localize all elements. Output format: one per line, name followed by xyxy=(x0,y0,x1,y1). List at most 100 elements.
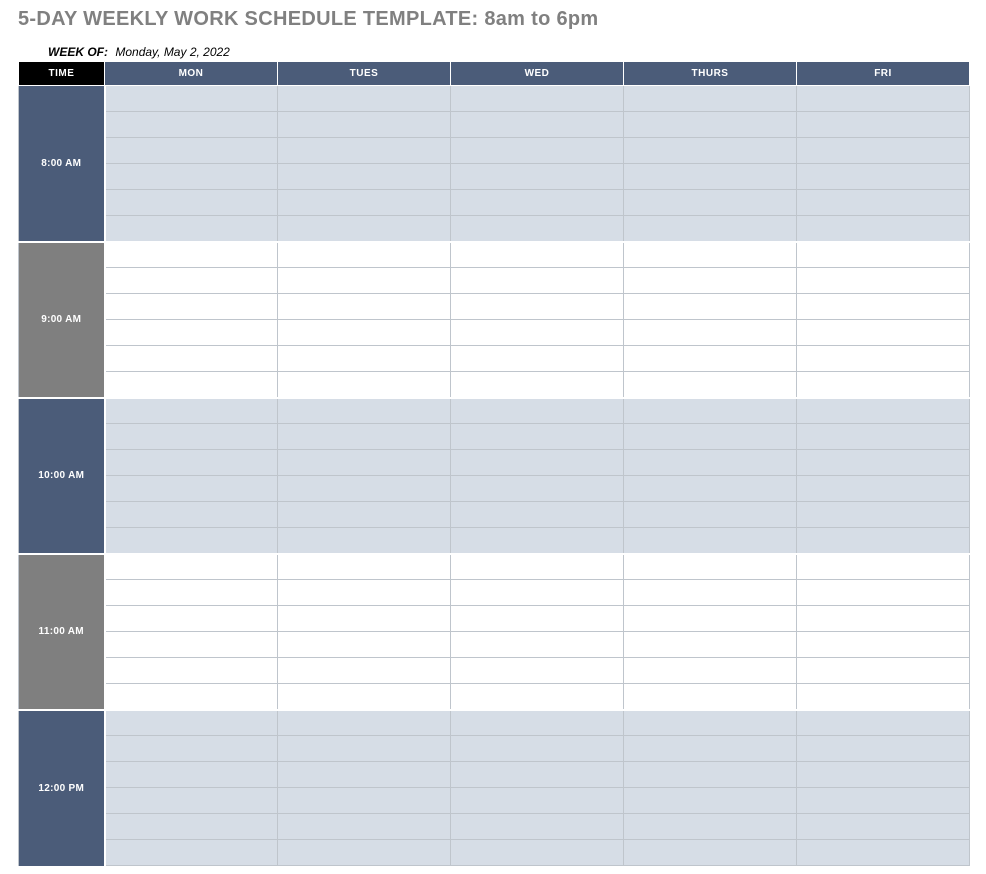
schedule-cell[interactable] xyxy=(451,632,624,658)
schedule-cell[interactable] xyxy=(278,840,451,866)
schedule-cell[interactable] xyxy=(278,320,451,346)
schedule-cell[interactable] xyxy=(797,736,970,762)
schedule-cell[interactable] xyxy=(624,450,797,476)
schedule-cell[interactable] xyxy=(451,814,624,840)
schedule-cell[interactable] xyxy=(105,710,278,736)
schedule-cell[interactable] xyxy=(105,216,278,242)
schedule-cell[interactable] xyxy=(278,294,451,320)
schedule-cell[interactable] xyxy=(105,164,278,190)
schedule-cell[interactable] xyxy=(278,242,451,268)
schedule-cell[interactable] xyxy=(451,424,624,450)
schedule-cell[interactable] xyxy=(624,86,797,112)
schedule-cell[interactable] xyxy=(797,606,970,632)
schedule-cell[interactable] xyxy=(278,710,451,736)
schedule-cell[interactable] xyxy=(797,164,970,190)
schedule-cell[interactable] xyxy=(451,112,624,138)
schedule-cell[interactable] xyxy=(278,372,451,398)
schedule-cell[interactable] xyxy=(105,528,278,554)
schedule-cell[interactable] xyxy=(451,658,624,684)
schedule-cell[interactable] xyxy=(278,632,451,658)
schedule-cell[interactable] xyxy=(797,294,970,320)
schedule-cell[interactable] xyxy=(105,580,278,606)
schedule-cell[interactable] xyxy=(797,346,970,372)
schedule-cell[interactable] xyxy=(624,632,797,658)
schedule-cell[interactable] xyxy=(451,554,624,580)
schedule-cell[interactable] xyxy=(105,736,278,762)
schedule-cell[interactable] xyxy=(797,86,970,112)
schedule-cell[interactable] xyxy=(105,242,278,268)
schedule-cell[interactable] xyxy=(624,242,797,268)
schedule-cell[interactable] xyxy=(105,372,278,398)
schedule-cell[interactable] xyxy=(624,268,797,294)
schedule-cell[interactable] xyxy=(451,710,624,736)
schedule-cell[interactable] xyxy=(451,346,624,372)
schedule-cell[interactable] xyxy=(278,580,451,606)
schedule-cell[interactable] xyxy=(624,554,797,580)
schedule-cell[interactable] xyxy=(797,788,970,814)
schedule-cell[interactable] xyxy=(105,632,278,658)
schedule-cell[interactable] xyxy=(105,476,278,502)
schedule-cell[interactable] xyxy=(624,216,797,242)
schedule-cell[interactable] xyxy=(105,788,278,814)
schedule-cell[interactable] xyxy=(105,450,278,476)
schedule-cell[interactable] xyxy=(278,216,451,242)
schedule-cell[interactable] xyxy=(797,112,970,138)
schedule-cell[interactable] xyxy=(451,242,624,268)
schedule-cell[interactable] xyxy=(797,580,970,606)
schedule-cell[interactable] xyxy=(105,840,278,866)
schedule-cell[interactable] xyxy=(624,710,797,736)
schedule-cell[interactable] xyxy=(451,502,624,528)
schedule-cell[interactable] xyxy=(105,320,278,346)
schedule-cell[interactable] xyxy=(624,814,797,840)
schedule-cell[interactable] xyxy=(278,502,451,528)
schedule-cell[interactable] xyxy=(624,788,797,814)
schedule-cell[interactable] xyxy=(451,840,624,866)
schedule-cell[interactable] xyxy=(278,190,451,216)
schedule-cell[interactable] xyxy=(451,528,624,554)
schedule-cell[interactable] xyxy=(624,476,797,502)
schedule-cell[interactable] xyxy=(797,450,970,476)
schedule-cell[interactable] xyxy=(451,86,624,112)
schedule-cell[interactable] xyxy=(105,294,278,320)
schedule-cell[interactable] xyxy=(624,658,797,684)
schedule-cell[interactable] xyxy=(797,476,970,502)
schedule-cell[interactable] xyxy=(105,86,278,112)
schedule-cell[interactable] xyxy=(278,528,451,554)
schedule-cell[interactable] xyxy=(624,164,797,190)
schedule-cell[interactable] xyxy=(797,424,970,450)
schedule-cell[interactable] xyxy=(451,398,624,424)
schedule-cell[interactable] xyxy=(105,606,278,632)
schedule-cell[interactable] xyxy=(624,346,797,372)
schedule-cell[interactable] xyxy=(797,814,970,840)
schedule-cell[interactable] xyxy=(105,424,278,450)
schedule-cell[interactable] xyxy=(105,502,278,528)
schedule-cell[interactable] xyxy=(624,138,797,164)
schedule-cell[interactable] xyxy=(278,476,451,502)
schedule-cell[interactable] xyxy=(797,658,970,684)
schedule-cell[interactable] xyxy=(797,632,970,658)
schedule-cell[interactable] xyxy=(278,554,451,580)
schedule-cell[interactable] xyxy=(451,580,624,606)
schedule-cell[interactable] xyxy=(451,762,624,788)
schedule-cell[interactable] xyxy=(278,398,451,424)
schedule-cell[interactable] xyxy=(451,190,624,216)
schedule-cell[interactable] xyxy=(797,684,970,710)
schedule-cell[interactable] xyxy=(624,502,797,528)
schedule-cell[interactable] xyxy=(278,450,451,476)
schedule-cell[interactable] xyxy=(797,528,970,554)
schedule-cell[interactable] xyxy=(278,424,451,450)
schedule-cell[interactable] xyxy=(451,788,624,814)
schedule-cell[interactable] xyxy=(105,190,278,216)
schedule-cell[interactable] xyxy=(105,658,278,684)
schedule-cell[interactable] xyxy=(624,424,797,450)
schedule-cell[interactable] xyxy=(624,580,797,606)
schedule-cell[interactable] xyxy=(278,164,451,190)
schedule-cell[interactable] xyxy=(278,736,451,762)
schedule-cell[interactable] xyxy=(451,216,624,242)
schedule-cell[interactable] xyxy=(624,372,797,398)
schedule-cell[interactable] xyxy=(797,398,970,424)
schedule-cell[interactable] xyxy=(624,112,797,138)
schedule-cell[interactable] xyxy=(797,216,970,242)
schedule-cell[interactable] xyxy=(105,268,278,294)
schedule-cell[interactable] xyxy=(624,294,797,320)
